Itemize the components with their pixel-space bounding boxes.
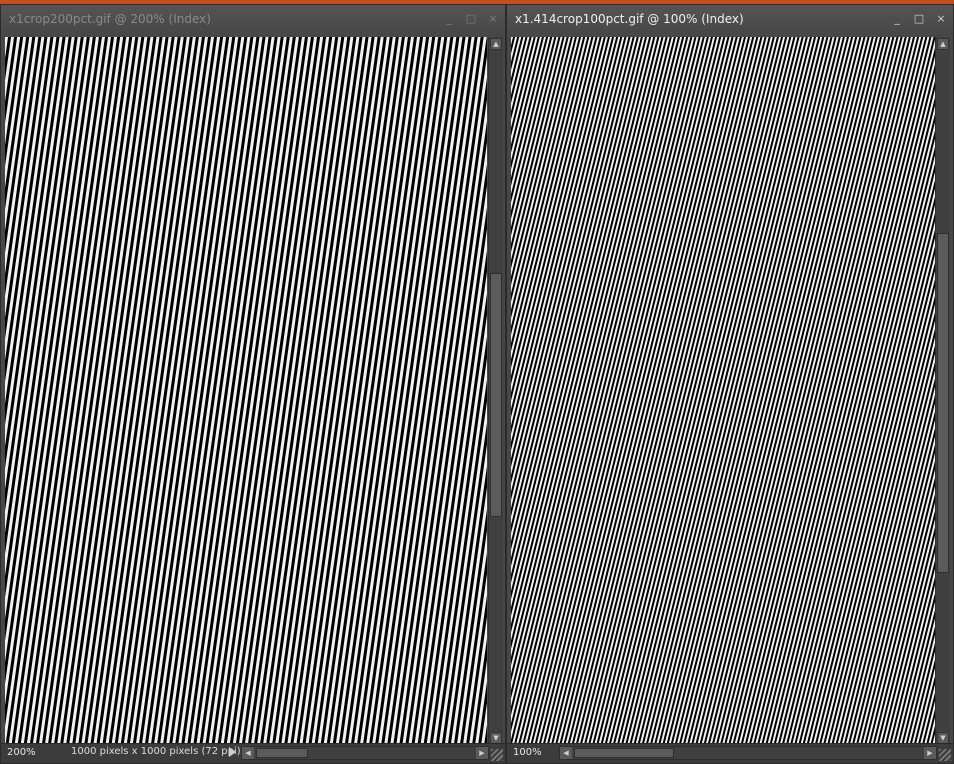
- window-controls: _ □ ×: [443, 13, 499, 25]
- vertical-scrollbar[interactable]: ▲ ▼: [935, 37, 950, 745]
- scroll-right-icon[interactable]: ▶: [476, 747, 488, 759]
- stripe-pattern-right: [511, 37, 937, 745]
- window-title: x1.414crop100pct.gif @ 100% (Index): [515, 12, 744, 26]
- document-info: 1000 pixels x 1000 pixels (72 ppi): [71, 746, 241, 757]
- stripe-pattern-left: [5, 37, 487, 745]
- close-icon[interactable]: ×: [935, 13, 947, 25]
- vertical-scroll-thumb[interactable]: [490, 273, 502, 517]
- scroll-left-icon[interactable]: ◀: [560, 747, 572, 759]
- close-icon[interactable]: ×: [487, 13, 499, 25]
- title-bar[interactable]: x1.414crop100pct.gif @ 100% (Index) _ □ …: [507, 5, 953, 35]
- document-window-left[interactable]: x1crop200pct.gif @ 200% (Index) _ □ × ▲ …: [0, 4, 506, 764]
- horizontal-scroll-thumb[interactable]: [256, 748, 308, 758]
- horizontal-scroll-thumb[interactable]: [574, 748, 674, 758]
- window-controls: _ □ ×: [891, 13, 947, 25]
- zoom-level[interactable]: 100%: [513, 747, 542, 758]
- horizontal-scrollbar[interactable]: ◀ ▶: [559, 746, 937, 760]
- maximize-icon[interactable]: □: [913, 13, 925, 25]
- minimize-icon[interactable]: _: [891, 13, 903, 25]
- window-title: x1crop200pct.gif @ 200% (Index): [9, 12, 211, 26]
- image-canvas[interactable]: [511, 37, 937, 745]
- scroll-left-icon[interactable]: ◀: [242, 747, 254, 759]
- document-window-right[interactable]: x1.414crop100pct.gif @ 100% (Index) _ □ …: [506, 4, 954, 764]
- image-canvas[interactable]: [5, 37, 487, 745]
- resize-grip-icon[interactable]: [939, 749, 951, 761]
- resize-grip-icon[interactable]: [491, 749, 503, 761]
- maximize-icon[interactable]: □: [465, 13, 477, 25]
- scroll-up-icon[interactable]: ▲: [490, 38, 502, 50]
- zoom-level[interactable]: 200%: [7, 747, 36, 758]
- status-bar: 200% 1000 pixels x 1000 pixels (72 ppi) …: [1, 743, 505, 763]
- minimize-icon[interactable]: _: [443, 13, 455, 25]
- scroll-right-icon[interactable]: ▶: [924, 747, 936, 759]
- status-bar: 100% ◀ ▶: [507, 743, 953, 763]
- vertical-scroll-thumb[interactable]: [937, 233, 949, 573]
- title-bar[interactable]: x1crop200pct.gif @ 200% (Index) _ □ ×: [1, 5, 505, 35]
- vertical-scrollbar[interactable]: ▲ ▼: [488, 37, 503, 745]
- play-icon[interactable]: [229, 747, 236, 757]
- scroll-up-icon[interactable]: ▲: [937, 38, 949, 50]
- horizontal-scrollbar[interactable]: ◀ ▶: [241, 746, 489, 760]
